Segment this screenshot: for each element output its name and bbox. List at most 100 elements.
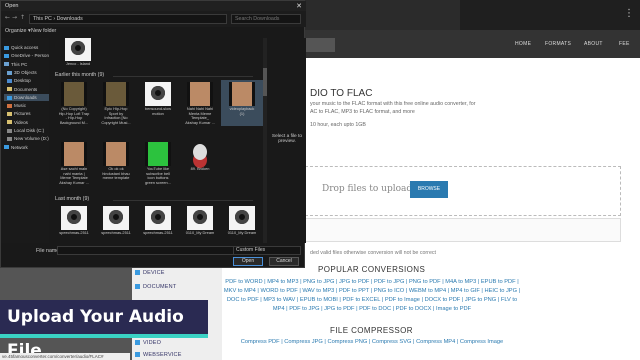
dialog-titlebar: Open ✕ bbox=[1, 1, 306, 11]
nav-item-new-volume-d[interactable]: New Volume (D:) bbox=[4, 135, 49, 142]
navigation-pane: Quick access OneDrive - Personal This PC 3D… bbox=[1, 38, 49, 243]
nav-item-downloads[interactable]: Downloads bbox=[4, 93, 49, 101]
nav-item-network[interactable]: Network bbox=[4, 144, 49, 151]
video-thumbnail bbox=[103, 142, 129, 166]
file-item[interactable]: 0110_My Dream bbox=[221, 204, 263, 243]
site-logo[interactable] bbox=[305, 38, 335, 52]
group-header[interactable]: Last month (9) bbox=[55, 196, 89, 202]
category-label: DEVICE bbox=[143, 270, 165, 276]
open-button[interactable]: Open bbox=[233, 257, 263, 266]
nav-item-3d-objects[interactable]: 3D Objects bbox=[4, 69, 49, 76]
file-name-row: File name: Custom Files bbox=[1, 245, 306, 257]
nav-item-onedrive-personal[interactable]: OneDrive - Personal bbox=[4, 52, 49, 59]
web-icon bbox=[135, 352, 140, 358]
nav-item-label: Music bbox=[14, 103, 26, 109]
group-divider bbox=[113, 76, 253, 77]
audio-file-icon bbox=[65, 38, 91, 61]
up-icon[interactable]: ↑ bbox=[20, 14, 25, 21]
browser-menu-icon[interactable]: ⋮ bbox=[624, 8, 634, 19]
breadcrumb-downloads[interactable]: Downloads bbox=[57, 16, 83, 22]
back-icon[interactable]: ← bbox=[5, 14, 10, 21]
category-video[interactable]: VIDEO bbox=[135, 340, 161, 346]
file-item[interactable]: speechmas-2511 bbox=[53, 204, 95, 243]
cloud-icon bbox=[4, 54, 9, 59]
file-item[interactable]: videoplayback (1) bbox=[221, 80, 263, 126]
browse-button[interactable]: BROWSE bbox=[410, 181, 448, 198]
group-header[interactable]: Earlier this month (9) bbox=[55, 72, 104, 78]
breadcrumb-this-pc[interactable]: This PC bbox=[33, 16, 52, 22]
category-device[interactable]: DEVICE bbox=[135, 270, 165, 276]
file-item[interactable]: Nahi Nahi Nahi Menta Meme Template_ Aksh… bbox=[179, 80, 221, 126]
video-thumbnail bbox=[145, 142, 171, 166]
video-thumbnail bbox=[187, 82, 213, 106]
file-item[interactable]: 0110_My Dream bbox=[179, 204, 221, 243]
file-name: Ok ok ok hindustani bhau meme template bbox=[102, 166, 130, 181]
video-thumbnail bbox=[61, 142, 87, 166]
preview-message: Select a file to preview. bbox=[271, 134, 303, 144]
cube-icon bbox=[7, 70, 12, 75]
new-folder-button[interactable]: New folder bbox=[31, 28, 56, 34]
folder-icon bbox=[7, 78, 12, 83]
nav-item-this-pc[interactable]: This PC bbox=[4, 61, 49, 68]
nav-home[interactable]: HOME bbox=[515, 41, 531, 47]
video-icon bbox=[7, 120, 12, 125]
browser-tab-strip bbox=[460, 0, 640, 30]
caption-banner: Upload Your Audio File bbox=[0, 300, 208, 360]
file-item[interactable]: speechmas-2511 bbox=[137, 204, 179, 243]
organize-menu[interactable]: Organize ▾ bbox=[5, 28, 31, 34]
cancel-button[interactable]: Cancel bbox=[269, 257, 299, 266]
drop-zone[interactable]: Drop files to upload, or BROWSE bbox=[305, 166, 621, 216]
nav-item-desktop[interactable]: Desktop bbox=[4, 77, 49, 84]
music-icon bbox=[7, 103, 12, 108]
nav-item-documents[interactable]: Documents bbox=[4, 86, 49, 93]
file-name: speechmas-2511 bbox=[59, 230, 89, 235]
nav-fee[interactable]: FEE bbox=[619, 41, 630, 47]
file-item[interactable]: speechmas-2511 bbox=[95, 204, 137, 243]
nav-item-quick-access[interactable]: Quick access bbox=[4, 44, 49, 51]
category-webservice[interactable]: WEBSERVICE bbox=[135, 352, 182, 358]
group-divider bbox=[113, 200, 253, 201]
download-icon bbox=[7, 95, 12, 100]
file-item[interactable]: 89. Broken bbox=[179, 140, 221, 186]
status-url: ve.45famousconverter.com/converter/audio… bbox=[0, 353, 130, 360]
nav-item-label: Desktop bbox=[14, 78, 31, 84]
file-name: bensound-slow motion bbox=[144, 106, 172, 116]
screen: ⋮ HOME FORMATS ABOUT FEE DIO TO FLAC you… bbox=[0, 0, 640, 360]
popular-conversions-links[interactable]: PDF to WORD | MP4 to MP3 | PNG to JPG | … bbox=[222, 278, 522, 314]
audio-file-icon bbox=[145, 82, 171, 106]
upload-list bbox=[305, 218, 621, 242]
nav-item-label: OneDrive - Personal bbox=[11, 53, 49, 59]
category-document[interactable]: DOCUMENT bbox=[135, 284, 176, 290]
file-item[interactable]: (No Copyright) Hip-Hop Lofi Trap - Hip-H… bbox=[53, 80, 95, 126]
audio-file-icon bbox=[103, 206, 129, 230]
file-type-select[interactable]: Custom Files bbox=[233, 246, 301, 255]
compressor-links[interactable]: Compress PDF | Compress JPG | Compress P… bbox=[222, 338, 522, 347]
forward-icon[interactable]: → bbox=[12, 14, 17, 21]
close-icon[interactable]: ✕ bbox=[296, 1, 302, 11]
nav-item-videos[interactable]: Videos bbox=[4, 119, 49, 126]
file-name: Jenco - Island bbox=[65, 61, 91, 66]
file-name: Ase sachi main nahi manta | Meme Templat… bbox=[59, 166, 89, 185]
search-input[interactable]: Search Downloads bbox=[231, 14, 301, 24]
file-item[interactable]: Ase sachi main nahi manta | Meme Templat… bbox=[53, 140, 95, 186]
file-item[interactable]: YouTube like subscribe bell icon buttons… bbox=[137, 140, 179, 186]
nav-item-local-disk-c[interactable]: Local Disk (C:) bbox=[4, 127, 49, 134]
scrollbar-thumb[interactable] bbox=[263, 68, 267, 96]
file-item[interactable]: Ok ok ok hindustani bhau meme template bbox=[95, 140, 137, 186]
file-compressor-heading: FILE COMPRESSOR bbox=[330, 326, 413, 335]
file-item[interactable]: bensound-slow motion bbox=[137, 80, 179, 126]
nav-about[interactable]: ABOUT bbox=[584, 41, 603, 47]
drive-icon bbox=[7, 137, 12, 142]
nav-item-music[interactable]: Music bbox=[4, 102, 49, 109]
nav-item-pictures[interactable]: Pictures bbox=[4, 110, 49, 117]
picture-icon bbox=[7, 112, 12, 117]
category-label: WEBSERVICE bbox=[143, 352, 182, 358]
nav-formats[interactable]: FORMATS bbox=[545, 41, 571, 47]
video-thumbnail bbox=[103, 82, 129, 106]
computer-icon bbox=[4, 62, 9, 67]
category-label: DOCUMENT bbox=[143, 284, 177, 290]
file-list-scrollbar[interactable] bbox=[263, 38, 267, 243]
file-list: Jenco - Island Earlier this month (9) (No … bbox=[51, 38, 267, 243]
breadcrumb[interactable]: This PC › Downloads bbox=[29, 14, 227, 24]
file-item[interactable]: Epic Hip-Hop Sport by Infraction [No Cop… bbox=[95, 80, 137, 126]
